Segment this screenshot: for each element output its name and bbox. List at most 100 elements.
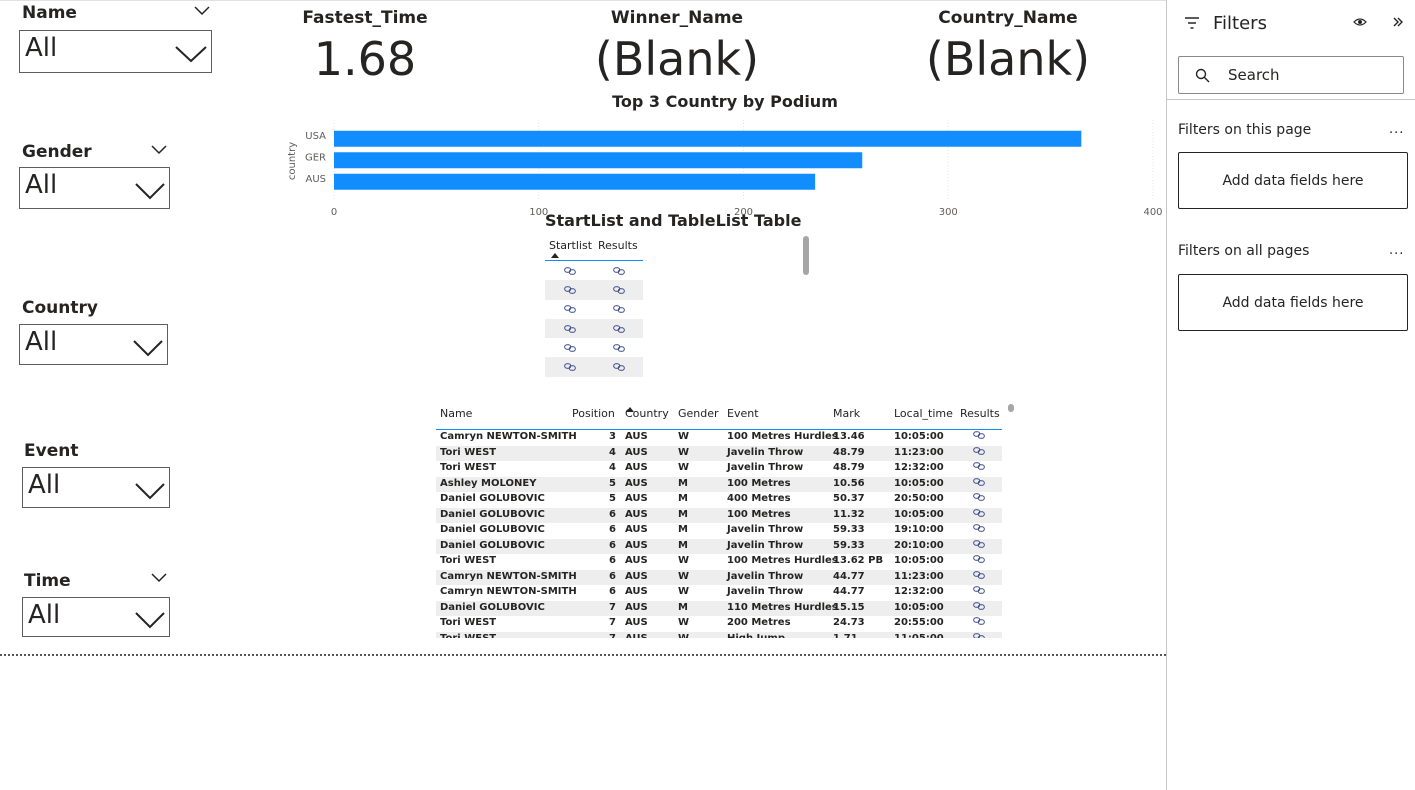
cell-mark: 48.79: [833, 462, 865, 473]
eye-icon[interactable]: [1353, 17, 1367, 27]
column-header-local-time[interactable]: Local_time: [894, 407, 953, 420]
cell-country: AUS: [625, 508, 648, 520]
link-icon[interactable]: [973, 601, 985, 613]
cell-gender: W: [678, 431, 690, 442]
column-header-results[interactable]: Results: [960, 407, 1000, 420]
link-icon[interactable]: [973, 431, 985, 442]
cell-position: 5: [609, 477, 616, 489]
search-icon: [1195, 68, 1210, 83]
link-icon[interactable]: [594, 280, 643, 299]
card-fastest-time-title: Fastest_Time: [302, 8, 428, 28]
card-winner-name-title: Winner_Name: [610, 8, 744, 28]
cell-country: AUS: [625, 446, 648, 458]
table-row: Tori WEST 7 AUS W 200 Metres 24.73 20:55:00: [436, 616, 1002, 632]
column-header-position[interactable]: Position: [572, 407, 615, 420]
cell-local-time: 10:05:00: [894, 431, 944, 442]
cell-mark: 1.71: [833, 632, 858, 639]
slicer-event-dropdown[interactable]: All: [22, 467, 170, 508]
x-tick-label: 0: [331, 207, 337, 218]
slicer-gender-dropdown[interactable]: All: [19, 167, 170, 209]
more-options-button[interactable]: ...: [1389, 243, 1404, 258]
cell-country: AUS: [625, 570, 648, 582]
cell-name: Camryn NEWTON-SMITH: [440, 431, 577, 442]
cell-mark: 13.62 PB: [833, 555, 884, 566]
add-data-fields-page-dropzone[interactable]: Add data fields here: [1178, 152, 1408, 209]
link-icon[interactable]: [545, 357, 594, 376]
cell-event: High Jump: [727, 632, 785, 639]
cell-gender: W: [678, 570, 690, 582]
link-icon[interactable]: [973, 586, 985, 597]
slicer-time-dropdown[interactable]: All: [22, 597, 170, 637]
chevron-down-icon[interactable]: [151, 145, 167, 155]
column-header-results[interactable]: Results: [594, 237, 643, 260]
table-row: Camryn NEWTON-SMITH 3 AUS W 100 Metres Hurdl…: [436, 430, 1002, 446]
chevron-down-icon[interactable]: [151, 573, 167, 583]
add-data-fields-all-pages-dropzone[interactable]: Add data fields here: [1178, 274, 1408, 331]
cell-name: Camryn NEWTON-SMITH: [440, 586, 577, 597]
link-icon[interactable]: [973, 446, 985, 458]
cell-local-time: 11:23:00: [894, 570, 944, 582]
table-row: [545, 338, 643, 357]
link-icon[interactable]: [545, 300, 594, 319]
table-row: [545, 280, 643, 300]
link-icon[interactable]: [973, 632, 985, 638]
y-tick-label: GER: [305, 153, 326, 164]
filters-on-this-page-label: Filters on this page: [1178, 122, 1312, 138]
cell-position: 4: [609, 462, 616, 473]
cell-country: AUS: [625, 462, 648, 473]
cell-event: Javelin Throw: [727, 462, 804, 473]
cell-event: 200 Metres: [727, 617, 791, 628]
link-icon[interactable]: [545, 338, 594, 357]
collapse-pane-icon[interactable]: [1392, 16, 1404, 28]
cell-local-time: 20:50:00: [894, 493, 944, 504]
link-icon[interactable]: [545, 319, 594, 338]
cell-gender: W: [678, 617, 690, 628]
results-table: Name Position Country Gender Event Mark …: [436, 402, 1002, 638]
column-header-event[interactable]: Event: [727, 407, 759, 420]
cell-position: 4: [609, 446, 616, 458]
cell-country: AUS: [625, 601, 648, 613]
vertical-scrollbar[interactable]: [803, 236, 809, 275]
dropdown-chevron-icon: [135, 483, 165, 500]
vertical-scrollbar[interactable]: [1008, 404, 1014, 412]
column-header-mark[interactable]: Mark: [833, 407, 860, 420]
slicer-country-dropdown[interactable]: All: [19, 324, 168, 365]
table-row: Camryn NEWTON-SMITH 6 AUS W Javelin Throw 44.…: [436, 585, 1002, 601]
link-icon[interactable]: [973, 508, 985, 520]
link-icon[interactable]: [973, 555, 985, 566]
cell-position: 3: [609, 431, 616, 442]
table-row: [545, 318, 643, 339]
cell-country: AUS: [625, 477, 648, 489]
table-row: Tori WEST 4 AUS W Javelin Throw 48.79 11:23:00: [436, 445, 1002, 461]
more-options-button[interactable]: ...: [1389, 122, 1404, 137]
link-icon[interactable]: [973, 493, 985, 504]
link-icon[interactable]: [545, 261, 594, 280]
table-row: Daniel GOLUBOVIC 5 AUS M 400 Metres 50.37 20:5…: [436, 492, 1002, 508]
cell-name: Tori WEST: [440, 462, 497, 473]
link-icon[interactable]: [594, 319, 643, 338]
startlist-table-header: Startlist Results: [545, 237, 643, 261]
link-icon[interactable]: [594, 338, 643, 357]
cell-country: AUS: [625, 493, 648, 504]
link-icon[interactable]: [973, 477, 985, 489]
cell-mark: 15.15: [833, 601, 865, 613]
link-icon[interactable]: [973, 570, 985, 582]
filters-search-input[interactable]: Search: [1178, 56, 1404, 94]
cell-mark: 10.56: [833, 477, 865, 489]
link-icon[interactable]: [973, 462, 985, 473]
link-icon[interactable]: [594, 357, 643, 376]
cell-position: 5: [609, 493, 616, 504]
link-icon[interactable]: [973, 524, 985, 535]
link-icon[interactable]: [973, 617, 985, 628]
link-icon[interactable]: [545, 280, 594, 299]
cell-position: 7: [609, 601, 616, 613]
slicer-name-dropdown[interactable]: All: [19, 30, 212, 73]
column-header-name[interactable]: Name: [440, 407, 472, 420]
column-header-gender[interactable]: Gender: [678, 407, 719, 420]
link-icon[interactable]: [594, 300, 643, 319]
slicer-name-title: Name: [22, 3, 77, 23]
link-icon[interactable]: [594, 261, 643, 280]
link-icon[interactable]: [973, 539, 985, 551]
table-row: [545, 300, 643, 319]
chevron-down-icon[interactable]: [194, 6, 210, 16]
